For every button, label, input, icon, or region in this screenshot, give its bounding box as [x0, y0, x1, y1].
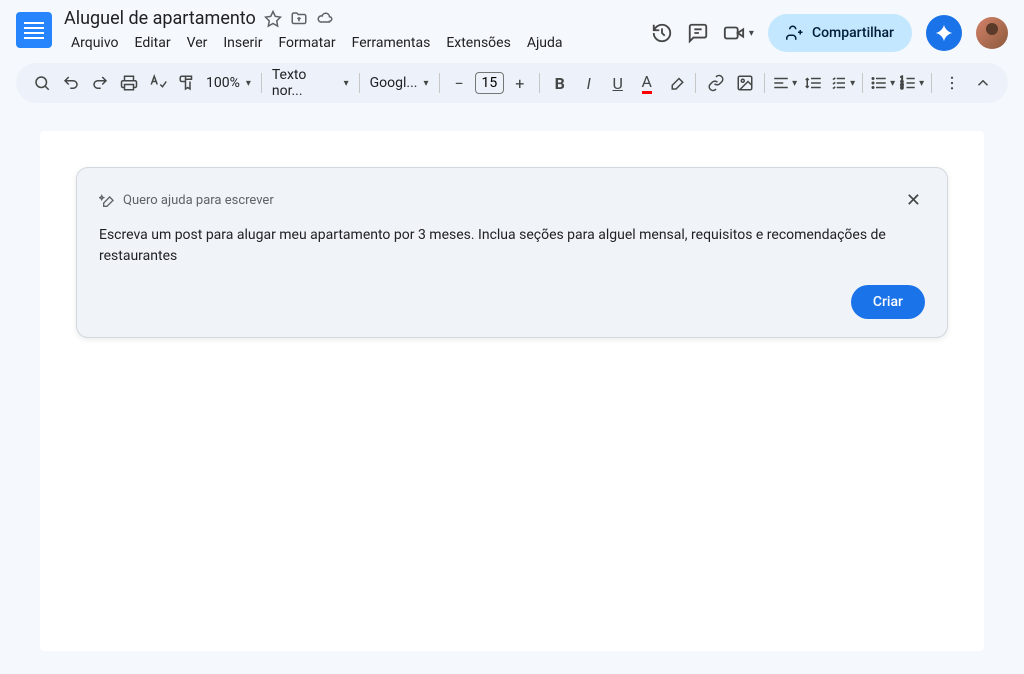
highlight-icon[interactable]	[662, 69, 689, 97]
chevron-down-icon: ▾	[749, 28, 754, 39]
cloud-status-icon[interactable]	[316, 10, 334, 28]
menu-extensoes[interactable]: Extensões	[439, 31, 518, 55]
docs-logo-icon[interactable]	[16, 12, 52, 48]
close-icon[interactable]: ✕	[902, 186, 925, 215]
menu-inserir[interactable]: Inserir	[216, 31, 269, 55]
undo-icon[interactable]	[57, 69, 84, 97]
document-title[interactable]: Aluguel de apartamento	[64, 8, 256, 29]
create-button[interactable]: Criar	[851, 285, 925, 319]
redo-icon[interactable]	[86, 69, 113, 97]
search-icon[interactable]	[28, 69, 55, 97]
menu-ferramentas[interactable]: Ferramentas	[345, 31, 438, 55]
decrease-font-icon[interactable]: −	[446, 69, 473, 97]
chevron-down-icon: ▾	[246, 78, 251, 89]
pencil-sparkle-icon	[99, 193, 115, 209]
align-dropdown[interactable]: ▾	[771, 69, 798, 97]
menu-editar[interactable]: Editar	[128, 31, 178, 55]
menu-ver[interactable]: Ver	[180, 31, 215, 55]
menu-arquivo[interactable]: Arquivo	[64, 31, 126, 55]
chevron-down-icon: ▾	[424, 78, 429, 89]
numbered-list-dropdown[interactable]: 123▾	[898, 69, 925, 97]
help-card-title: Quero ajuda para escrever	[123, 193, 274, 208]
collapse-toolbar-icon[interactable]	[969, 69, 996, 97]
help-me-write-card: Quero ajuda para escrever ✕ Escreva um p…	[76, 167, 948, 338]
checklist-dropdown[interactable]: ▾	[829, 69, 856, 97]
print-icon[interactable]	[115, 69, 142, 97]
zoom-dropdown[interactable]: 100% ▾	[202, 75, 255, 91]
menu-formatar[interactable]: Formatar	[271, 31, 342, 55]
chevron-down-icon: ▾	[344, 78, 349, 89]
avatar[interactable]	[976, 17, 1008, 49]
star-icon[interactable]	[264, 10, 282, 28]
paint-format-icon[interactable]	[173, 69, 200, 97]
link-icon[interactable]	[702, 69, 729, 97]
zoom-value: 100%	[206, 75, 240, 91]
history-icon[interactable]	[651, 22, 673, 44]
help-card-prompt[interactable]: Escreva um post para alugar meu apartame…	[99, 225, 925, 267]
more-icon[interactable]	[938, 69, 965, 97]
toolbar: 100% ▾ Texto nor... ▾ Googl... ▾ − 15 + …	[16, 63, 1008, 103]
style-value: Texto nor...	[272, 67, 338, 99]
spellcheck-icon[interactable]	[144, 69, 171, 97]
bullet-list-dropdown[interactable]: ▾	[869, 69, 896, 97]
increase-font-icon[interactable]: +	[506, 69, 533, 97]
image-icon[interactable]	[731, 69, 758, 97]
move-folder-icon[interactable]	[290, 10, 308, 28]
font-dropdown[interactable]: Googl... ▾	[366, 75, 433, 91]
share-button[interactable]: Compartilhar	[768, 14, 912, 52]
font-size-input[interactable]: 15	[475, 72, 505, 94]
menu-bar: Arquivo Editar Ver Inserir Formatar Ferr…	[64, 31, 651, 55]
underline-icon[interactable]: U	[604, 69, 631, 97]
menu-ajuda[interactable]: Ajuda	[520, 31, 570, 55]
line-spacing-dropdown[interactable]	[800, 69, 827, 97]
gemini-button[interactable]	[926, 15, 962, 51]
bold-icon[interactable]: B	[546, 69, 573, 97]
document-page[interactable]: Quero ajuda para escrever ✕ Escreva um p…	[40, 131, 984, 651]
meet-button[interactable]: ▾	[723, 22, 754, 44]
comments-icon[interactable]	[687, 22, 709, 44]
svg-text:3: 3	[901, 85, 904, 91]
text-color-icon[interactable]: A	[633, 69, 660, 97]
share-label: Compartilhar	[812, 25, 894, 41]
styles-dropdown[interactable]: Texto nor... ▾	[268, 67, 353, 99]
font-value: Googl...	[370, 75, 418, 91]
italic-icon[interactable]: I	[575, 69, 602, 97]
